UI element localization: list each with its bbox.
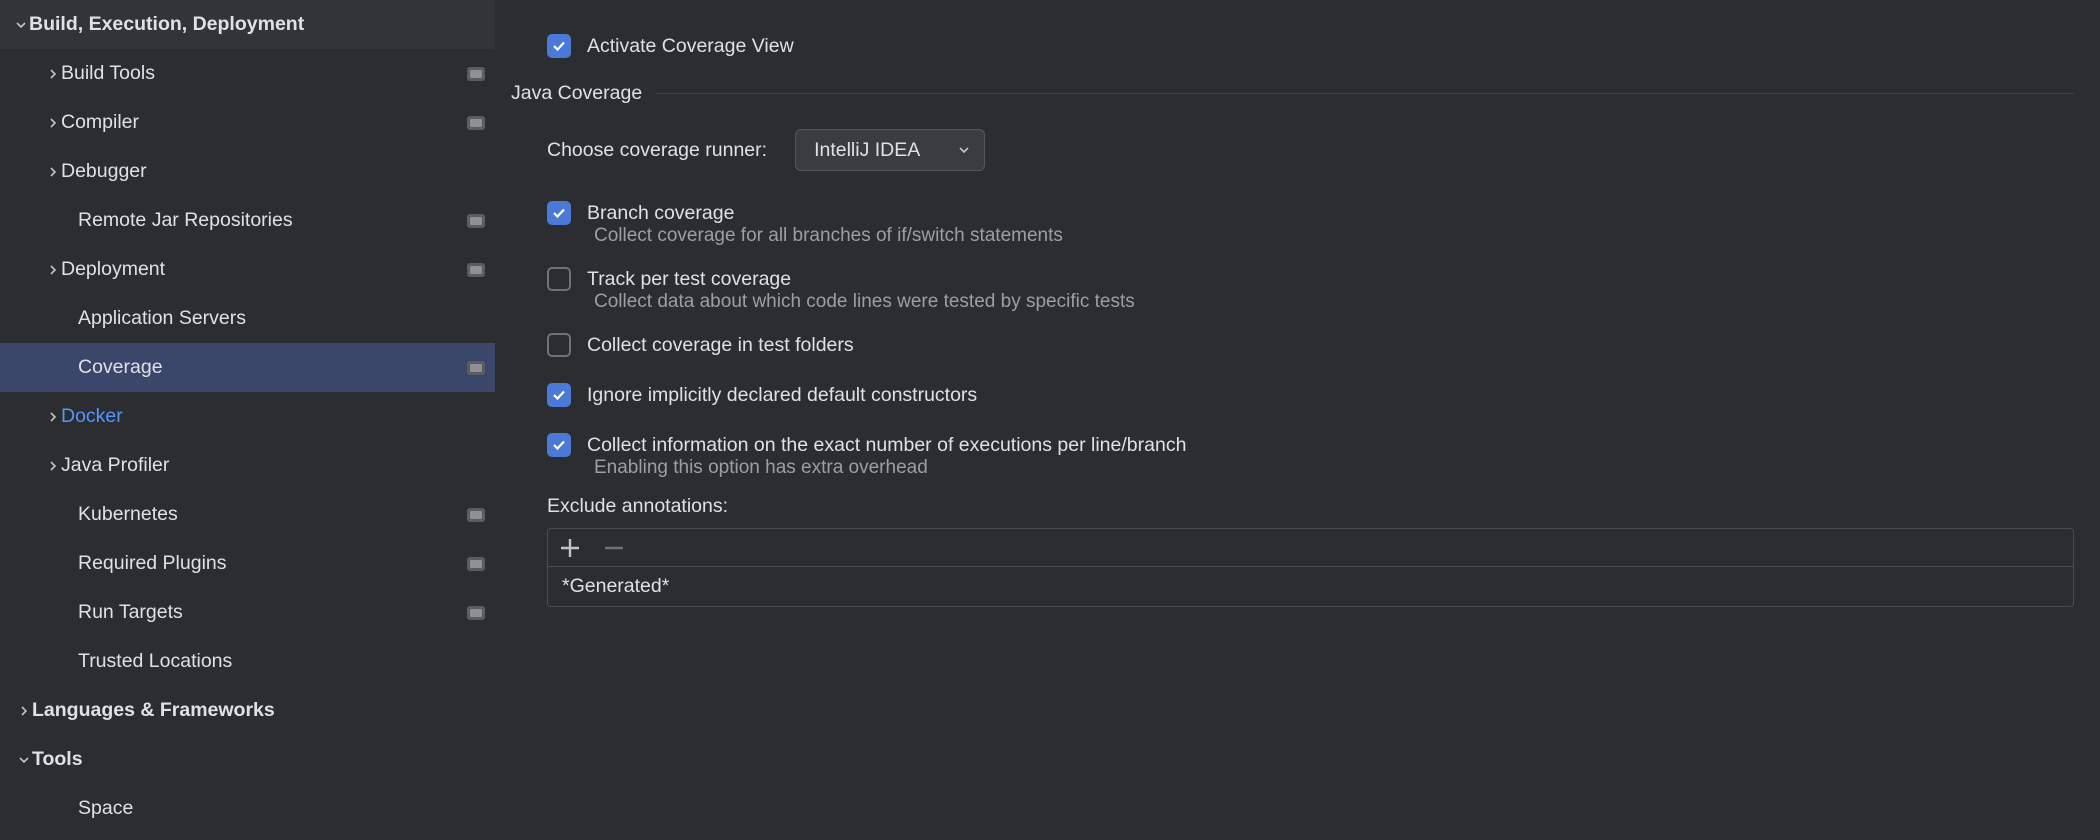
section-java-coverage: Java Coverage <box>511 82 2074 105</box>
project-badge-icon <box>467 361 485 375</box>
exclude-annotations-list: *Generated* <box>547 528 2074 607</box>
checkbox-icon <box>547 34 571 58</box>
checkbox-label: Activate Coverage View <box>587 35 794 58</box>
sidebar-item-space[interactable]: Space <box>0 784 495 833</box>
list-item-text: *Generated* <box>562 575 669 597</box>
list-toolbar <box>548 529 2073 567</box>
checkbox-label: Collect information on the exact number … <box>587 434 1186 457</box>
checkbox-label: Branch coverage <box>587 202 734 225</box>
checkbox-label: Collect coverage in test folders <box>587 334 854 357</box>
checkbox-ignore-default-constructors[interactable]: Ignore implicitly declared default const… <box>547 379 2074 411</box>
settings-sidebar: Build, Execution, Deployment Build Tools… <box>0 0 495 840</box>
tree-label: Languages & Frameworks <box>32 699 485 722</box>
sidebar-item-remote-jar[interactable]: Remote Jar Repositories <box>0 196 495 245</box>
project-badge-icon <box>467 67 485 81</box>
sidebar-item-languages-frameworks[interactable]: Languages & Frameworks <box>0 686 495 735</box>
project-badge-icon <box>467 263 485 277</box>
tree-label: Application Servers <box>78 307 485 330</box>
radio-add-to-active-suites[interactable]: Add to the active suites <box>547 0 2074 2</box>
chevron-right-icon <box>16 705 32 717</box>
chevron-right-icon <box>45 460 61 472</box>
project-badge-icon <box>467 214 485 228</box>
option-description: Enabling this option has extra overhead <box>594 457 2074 479</box>
plus-icon <box>558 536 582 560</box>
tree-label: Remote Jar Repositories <box>78 209 459 232</box>
project-badge-icon <box>467 116 485 130</box>
checkbox-label: Ignore implicitly declared default const… <box>587 384 977 407</box>
checkbox-icon <box>547 267 571 291</box>
tree-label: Tools <box>32 748 485 771</box>
project-badge-icon <box>467 606 485 620</box>
sidebar-item-java-profiler[interactable]: Java Profiler <box>0 441 495 490</box>
minus-icon <box>602 536 626 560</box>
checkbox-icon <box>547 383 571 407</box>
sidebar-item-run-targets[interactable]: Run Targets <box>0 588 495 637</box>
project-badge-icon <box>467 557 485 571</box>
tree-label: Java Profiler <box>61 454 485 477</box>
sidebar-item-compiler[interactable]: Compiler <box>0 98 495 147</box>
tree-label: Compiler <box>61 111 459 134</box>
sidebar-item-app-servers[interactable]: Application Servers <box>0 294 495 343</box>
chevron-right-icon <box>45 166 61 178</box>
tree-label: Build Tools <box>61 62 459 85</box>
sidebar-item-debugger[interactable]: Debugger <box>0 147 495 196</box>
tree-label: Coverage <box>78 356 459 379</box>
chevron-right-icon <box>45 264 61 276</box>
sidebar-item-build-execution-deployment[interactable]: Build, Execution, Deployment <box>0 0 495 49</box>
checkbox-icon <box>547 333 571 357</box>
sidebar-item-tools[interactable]: Tools <box>0 735 495 784</box>
chevron-down-icon <box>13 19 29 31</box>
field-label: Choose coverage runner: <box>547 139 767 162</box>
tree-label: Kubernetes <box>78 503 459 526</box>
chevron-down-icon <box>16 754 32 766</box>
project-badge-icon <box>467 508 485 522</box>
option-description: Collect data about which code lines were… <box>594 291 2074 313</box>
checkbox-coverage-test-folders[interactable]: Collect coverage in test folders <box>547 329 2074 361</box>
tree-label: Run Targets <box>78 601 459 624</box>
chevron-right-icon <box>45 68 61 80</box>
sidebar-item-build-tools[interactable]: Build Tools <box>0 49 495 98</box>
add-button[interactable] <box>558 536 582 560</box>
chevron-down-icon <box>958 139 970 162</box>
coverage-runner-select[interactable]: IntelliJ IDEA <box>795 129 985 171</box>
select-value: IntelliJ IDEA <box>814 139 920 162</box>
coverage-runner-row: Choose coverage runner: IntelliJ IDEA <box>547 129 2074 171</box>
sidebar-item-docker[interactable]: Docker <box>0 392 495 441</box>
sidebar-item-required-plugins[interactable]: Required Plugins <box>0 539 495 588</box>
sidebar-item-kubernetes[interactable]: Kubernetes <box>0 490 495 539</box>
settings-content: Add to the active suites Activate Covera… <box>495 0 2100 840</box>
checkbox-label: Track per test coverage <box>587 268 791 291</box>
sidebar-item-deployment[interactable]: Deployment <box>0 245 495 294</box>
remove-button[interactable] <box>602 536 626 560</box>
sidebar-item-trusted-locations[interactable]: Trusted Locations <box>0 637 495 686</box>
section-title: Java Coverage <box>511 82 642 105</box>
checkbox-activate-coverage-view[interactable]: Activate Coverage View <box>547 30 2074 62</box>
tree-label: Build, Execution, Deployment <box>29 13 485 36</box>
tree-label: Docker <box>61 405 485 428</box>
tree-label: Trusted Locations <box>78 650 485 673</box>
tree-label: Debugger <box>61 160 485 183</box>
chevron-right-icon <box>45 117 61 129</box>
checkbox-icon <box>547 433 571 457</box>
tree-label: Deployment <box>61 258 459 281</box>
sidebar-item-coverage[interactable]: Coverage <box>0 343 495 392</box>
checkbox-icon <box>547 201 571 225</box>
tree-label: Space <box>78 797 485 820</box>
tree-label: Required Plugins <box>78 552 459 575</box>
chevron-right-icon <box>45 411 61 423</box>
exclude-annotations-label: Exclude annotations: <box>547 495 2074 518</box>
list-item[interactable]: *Generated* <box>548 567 2073 606</box>
divider <box>656 93 2074 94</box>
option-description: Collect coverage for all branches of if/… <box>594 225 2074 247</box>
